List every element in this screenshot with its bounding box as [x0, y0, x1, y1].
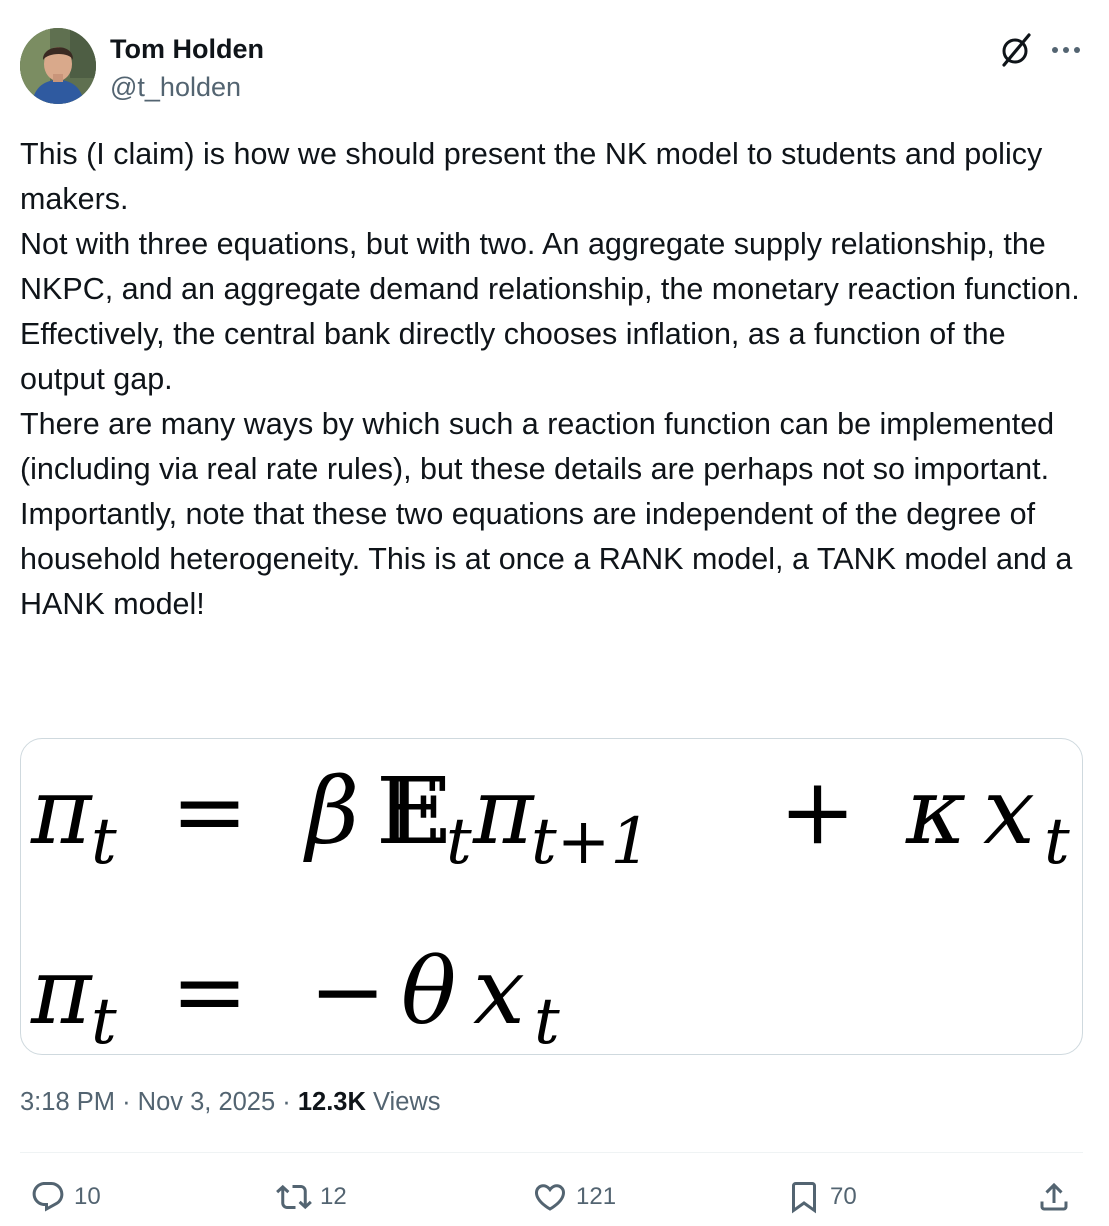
eq1-expectation: E E — [376, 758, 453, 865]
like-button[interactable]: 121 — [532, 1172, 616, 1222]
eq2-pi-sub: t — [91, 985, 117, 1054]
eq1-pi2: π — [472, 758, 535, 865]
tweet-paragraph: Not with three equations, but with two. … — [20, 227, 1080, 306]
author-name[interactable]: Tom Holden — [110, 34, 264, 65]
reply-count: 10 — [74, 1183, 101, 1210]
tweet-paragraph: There are many ways by which such a reac… — [20, 407, 1055, 486]
equation-nkpc: π t = β E E t π t+1 + κ x t — [30, 758, 1070, 879]
grok-slash-icon[interactable] — [998, 32, 1034, 68]
views-count: 12.3K — [297, 1088, 366, 1116]
share-button[interactable] — [1036, 1172, 1072, 1222]
equation-reaction: π t = − θ x t — [30, 938, 560, 1054]
eq2-x-sub: t — [534, 985, 560, 1054]
eq1-kappa: κ — [905, 758, 966, 865]
eq1-expect-sub: t — [446, 805, 472, 879]
eq1-pi-sub: t — [91, 805, 117, 879]
eq2-pi: π — [30, 938, 93, 1045]
repost-icon — [276, 1184, 312, 1210]
author-handle[interactable]: @t_holden — [110, 72, 241, 103]
bookmark-button[interactable]: 70 — [786, 1172, 857, 1222]
svg-text:E: E — [386, 758, 453, 865]
tweet-meta: 3:18 PM · Nov 3, 2025 · 12.3K Views — [20, 1088, 441, 1117]
tweet-date[interactable]: Nov 3, 2025 — [138, 1088, 276, 1116]
avatar[interactable] — [20, 28, 96, 104]
repost-button[interactable]: 12 — [276, 1172, 347, 1222]
bookmark-count: 70 — [830, 1183, 857, 1210]
eq2-equals: = — [171, 938, 248, 1045]
views-label: Views — [373, 1088, 441, 1116]
eq2-theta: θ — [401, 938, 456, 1045]
meta-separator: · — [282, 1088, 291, 1116]
avatar-photo — [20, 28, 96, 104]
reply-button[interactable]: 10 — [30, 1172, 101, 1222]
tweet-paragraph: This (I claim) is how we should present … — [20, 137, 1043, 216]
share-icon — [1040, 1182, 1068, 1211]
more-icon[interactable] — [1046, 32, 1086, 68]
like-count: 121 — [576, 1183, 617, 1210]
action-bar: 10 12 121 70 — [20, 1172, 1089, 1222]
eq1-equals: = — [171, 758, 248, 865]
divider — [20, 1152, 1083, 1153]
eq1-plus: + — [779, 758, 856, 865]
eq1-x: x — [983, 758, 1035, 865]
tweet-paragraph: Importantly, note that these two equatio… — [20, 497, 1073, 621]
eq1-pi: π — [30, 758, 93, 865]
tweet-paragraph: Effectively, the central bank directly c… — [20, 317, 1006, 396]
eq1-pi2-sub: t+1 — [531, 805, 651, 879]
eq1-beta: β — [303, 758, 359, 865]
reply-icon — [32, 1182, 64, 1212]
tweet-time[interactable]: 3:18 PM — [20, 1088, 115, 1116]
bookmark-icon — [792, 1182, 816, 1214]
equation-image[interactable]: π t = β E E t π t+1 + κ x t π t = − θ x … — [20, 738, 1083, 1055]
tweet-header: Tom Holden @t_holden — [20, 28, 1089, 108]
meta-separator: · — [122, 1088, 131, 1116]
eq2-minus: − — [309, 938, 386, 1045]
repost-count: 12 — [320, 1183, 347, 1210]
eq1-x-sub: t — [1044, 805, 1070, 879]
like-icon — [534, 1184, 566, 1211]
eq2-x: x — [473, 938, 525, 1045]
tweet-text: This (I claim) is how we should present … — [20, 132, 1085, 627]
